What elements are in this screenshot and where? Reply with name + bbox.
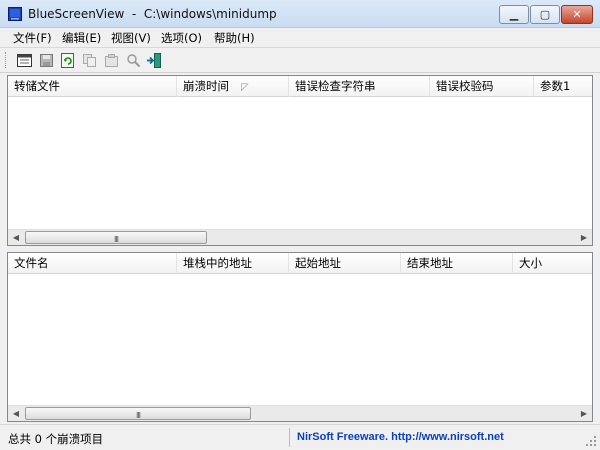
resize-grip-icon[interactable]	[585, 435, 597, 447]
html-report-icon[interactable]	[16, 52, 33, 69]
status-bar: 总共 0 个崩溃项目 NirSoft Freeware. http://www.…	[0, 424, 600, 450]
column-address-in-stack[interactable]: 堆栈中的地址	[177, 253, 289, 274]
scroll-grip: III	[135, 411, 141, 420]
scroll-left-arrow-icon[interactable]: ◀	[8, 406, 24, 421]
column-bug-check-code[interactable]: 错误校验码	[430, 76, 534, 97]
column-dump-file[interactable]: 转储文件	[8, 76, 177, 97]
minimize-icon: ▁	[509, 8, 519, 21]
maximize-icon: ▢	[539, 8, 551, 21]
column-crash-time[interactable]: 崩溃时间 ◸	[177, 76, 289, 97]
menu-view[interactable]: 视图(V)	[109, 30, 153, 46]
copy-icon[interactable]	[81, 52, 98, 69]
bluescreen-app-icon	[8, 7, 22, 21]
window-title: BlueScreenView - C:\windows\minidump	[28, 7, 277, 21]
column-from-address[interactable]: 起始地址	[289, 253, 401, 274]
toolbar	[0, 47, 600, 73]
title-bar[interactable]: BlueScreenView - C:\windows\minidump ▁ ▢…	[0, 0, 600, 28]
crash-list[interactable]: 转储文件 崩溃时间 ◸ 错误检查字符串 错误校验码 参数1 ◀ III ▶	[7, 75, 593, 246]
exit-icon[interactable]	[146, 52, 163, 69]
column-parameter-1[interactable]: 参数1	[534, 76, 592, 97]
menu-options[interactable]: 选项(O)	[159, 30, 204, 46]
scroll-right-arrow-icon[interactable]: ▶	[576, 406, 592, 421]
menu-edit[interactable]: 编辑(E)	[60, 30, 103, 46]
module-list-header: 文件名 堆栈中的地址 起始地址 结束地址 大小	[8, 253, 592, 274]
module-list-hscrollbar[interactable]: ◀ III ▶	[8, 405, 592, 421]
scroll-thumb[interactable]: III	[25, 231, 207, 244]
sort-descending-icon: ◸	[241, 82, 249, 93]
scroll-left-arrow-icon[interactable]: ◀	[8, 230, 24, 245]
module-list[interactable]: 文件名 堆栈中的地址 起始地址 结束地址 大小 ◀ III ▶	[7, 252, 593, 422]
status-crash-count: 总共 0 个崩溃项目	[8, 432, 104, 446]
crash-list-header: 转储文件 崩溃时间 ◸ 错误检查字符串 错误校验码 参数1	[8, 76, 592, 97]
menu-bar: 文件(F) 编辑(E) 视图(V) 选项(O) 帮助(H)	[0, 28, 600, 46]
column-size[interactable]: 大小	[513, 253, 592, 274]
status-separator	[289, 428, 290, 447]
column-to-address[interactable]: 结束地址	[401, 253, 513, 274]
maximize-button[interactable]: ▢	[530, 5, 560, 24]
menu-file[interactable]: 文件(F)	[11, 30, 54, 46]
scroll-thumb[interactable]: III	[25, 407, 251, 420]
column-bug-check-string[interactable]: 错误检查字符串	[289, 76, 430, 97]
minimize-button[interactable]: ▁	[499, 5, 529, 24]
nirsoft-link[interactable]: NirSoft Freeware. http://www.nirsoft.net	[297, 431, 504, 443]
refresh-icon[interactable]	[59, 52, 76, 69]
column-filename[interactable]: 文件名	[8, 253, 177, 274]
crash-list-hscrollbar[interactable]: ◀ III ▶	[8, 229, 592, 245]
find-icon[interactable]	[125, 52, 142, 69]
menu-help[interactable]: 帮助(H)	[212, 30, 257, 46]
close-button[interactable]: ✕	[561, 5, 593, 24]
scroll-grip: III	[113, 235, 119, 244]
toolbar-grip[interactable]	[5, 52, 7, 68]
scroll-right-arrow-icon[interactable]: ▶	[576, 230, 592, 245]
properties-icon[interactable]	[103, 52, 120, 69]
close-icon: ✕	[572, 8, 582, 21]
save-icon[interactable]	[38, 52, 55, 69]
